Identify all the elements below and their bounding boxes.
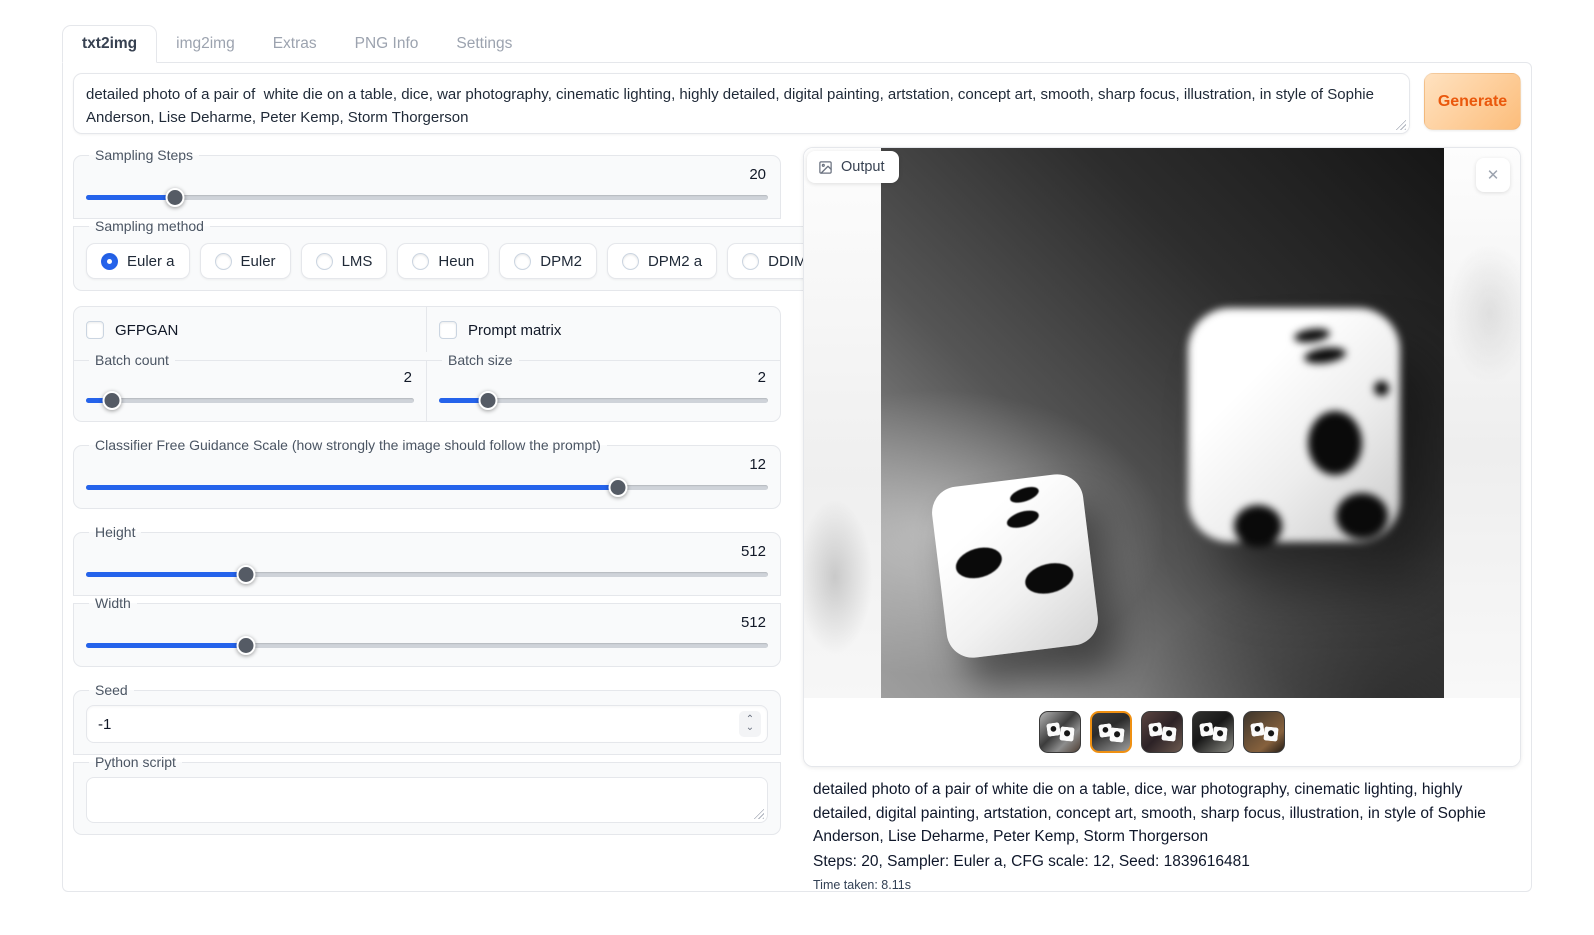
sampling-method-options: Euler aEulerLMSHeunDPM2DPM2 aDDIMPLMS xyxy=(86,243,928,279)
image-viewer xyxy=(804,148,1520,698)
output-gallery: Output ✕ xyxy=(803,147,1521,767)
python-script-input[interactable] xyxy=(87,778,767,822)
batch-size-slider[interactable] xyxy=(439,390,768,410)
generation-info: detailed photo of a pair of white die on… xyxy=(803,767,1521,895)
caption-params: Steps: 20, Sampler: Euler a, CFG scale: … xyxy=(813,850,1515,874)
batch-count-label: Batch count xyxy=(89,352,175,368)
cfg-scale-label: Classifier Free Guidance Scale (how stro… xyxy=(89,437,607,453)
height-group: Height 512 xyxy=(73,524,781,596)
batch-count-value: 2 xyxy=(86,369,412,387)
generated-image[interactable] xyxy=(881,148,1444,698)
radio-icon xyxy=(215,253,232,270)
viewer-right-margin xyxy=(1444,148,1521,698)
height-value: 512 xyxy=(86,543,766,561)
gfpgan-checkbox[interactable] xyxy=(86,321,104,339)
python-script-group: Python script xyxy=(73,754,781,835)
output-column: Output ✕ xyxy=(803,147,1521,895)
gfpgan-label: GFPGAN xyxy=(115,322,178,339)
tab-PNG Info[interactable]: PNG Info xyxy=(336,26,438,62)
gfpgan-option: GFPGAN xyxy=(74,307,427,352)
radio-icon xyxy=(742,253,759,270)
sampling-method-option[interactable]: Euler xyxy=(200,243,291,279)
gallery-thumbnail[interactable] xyxy=(1141,711,1183,753)
gallery-thumbnails xyxy=(804,698,1520,766)
sampling-steps-label: Sampling Steps xyxy=(89,147,199,163)
tab-Extras[interactable]: Extras xyxy=(254,26,336,62)
prompt-matrix-checkbox[interactable] xyxy=(439,321,457,339)
sampling-steps-value: 20 xyxy=(86,166,766,184)
radio-icon xyxy=(101,253,118,270)
tab-img2img[interactable]: img2img xyxy=(157,26,254,62)
python-script-label: Python script xyxy=(89,754,182,770)
prompt-matrix-label: Prompt matrix xyxy=(468,322,561,339)
gallery-thumbnail[interactable] xyxy=(1039,711,1081,753)
batch-count-slider[interactable] xyxy=(86,390,414,410)
viewer-left-margin xyxy=(804,148,881,698)
prompt-input[interactable]: detailed photo of a pair of white die on… xyxy=(74,74,1409,128)
batch-options-group: GFPGAN Prompt matrix Batch count 2 xyxy=(73,306,781,422)
close-icon[interactable]: ✕ xyxy=(1476,158,1510,192)
focused-die xyxy=(929,471,1101,660)
tab-Settings[interactable]: Settings xyxy=(437,26,531,62)
batch-size-label: Batch size xyxy=(442,352,519,368)
output-panel-label: Output xyxy=(807,151,899,183)
batch-size-value: 2 xyxy=(439,369,766,387)
txt2img-panel: detailed photo of a pair of white die on… xyxy=(62,62,1532,892)
batch-count-group: Batch count 2 xyxy=(74,352,427,421)
seed-label: Seed xyxy=(89,682,134,698)
gallery-thumbnail[interactable] xyxy=(1243,711,1285,753)
width-value: 512 xyxy=(86,614,766,632)
gallery-thumbnail[interactable] xyxy=(1192,711,1234,753)
cfg-scale-slider[interactable] xyxy=(86,477,768,497)
batch-size-group: Batch size 2 xyxy=(427,352,780,421)
seed-group: Seed ⌃ ⌄ xyxy=(73,682,781,755)
prompt-matrix-option: Prompt matrix xyxy=(427,307,780,352)
cfg-scale-group: Classifier Free Guidance Scale (how stro… xyxy=(73,437,781,509)
sampling-steps-group: Sampling Steps 20 xyxy=(73,147,781,219)
sampling-method-label: Sampling method xyxy=(89,218,210,234)
tab-txt2img[interactable]: txt2img xyxy=(62,25,157,63)
tab-bar: txt2imgimg2imgExtrasPNG InfoSettings xyxy=(62,24,1532,62)
height-slider[interactable] xyxy=(86,564,768,584)
caption-prompt: detailed photo of a pair of white die on… xyxy=(813,778,1515,849)
width-slider[interactable] xyxy=(86,635,768,655)
spinner-down-icon[interactable]: ⌄ xyxy=(746,724,754,732)
radio-icon xyxy=(622,253,639,270)
width-label: Width xyxy=(89,595,137,611)
image-icon xyxy=(818,160,833,175)
caption-time: Time taken: 8.11s xyxy=(813,876,1515,895)
sampling-method-option[interactable]: Heun xyxy=(397,243,489,279)
sampling-method-option[interactable]: Euler a xyxy=(86,243,190,279)
cfg-scale-value: 12 xyxy=(86,456,766,474)
gallery-thumbnail[interactable] xyxy=(1090,711,1132,753)
sampling-method-option[interactable]: DPM2 xyxy=(499,243,597,279)
sampling-method-option[interactable]: DPM2 a xyxy=(607,243,717,279)
prompt-box: detailed photo of a pair of white die on… xyxy=(73,73,1410,134)
radio-icon xyxy=(316,253,333,270)
sampling-steps-slider[interactable] xyxy=(86,187,768,207)
settings-column: Sampling Steps 20 Sampling method Euler … xyxy=(73,147,781,895)
sd-webui-app: txt2imgimg2imgExtrasPNG InfoSettings det… xyxy=(62,24,1532,892)
sampling-method-option[interactable]: LMS xyxy=(301,243,388,279)
blurred-die xyxy=(1188,308,1400,542)
seed-input[interactable] xyxy=(87,706,767,742)
height-label: Height xyxy=(89,524,141,540)
number-spinner[interactable]: ⌃ ⌄ xyxy=(739,711,761,737)
radio-icon xyxy=(412,253,429,270)
radio-icon xyxy=(514,253,531,270)
width-group: Width 512 xyxy=(73,595,781,667)
generate-button[interactable]: Generate xyxy=(1424,73,1521,130)
